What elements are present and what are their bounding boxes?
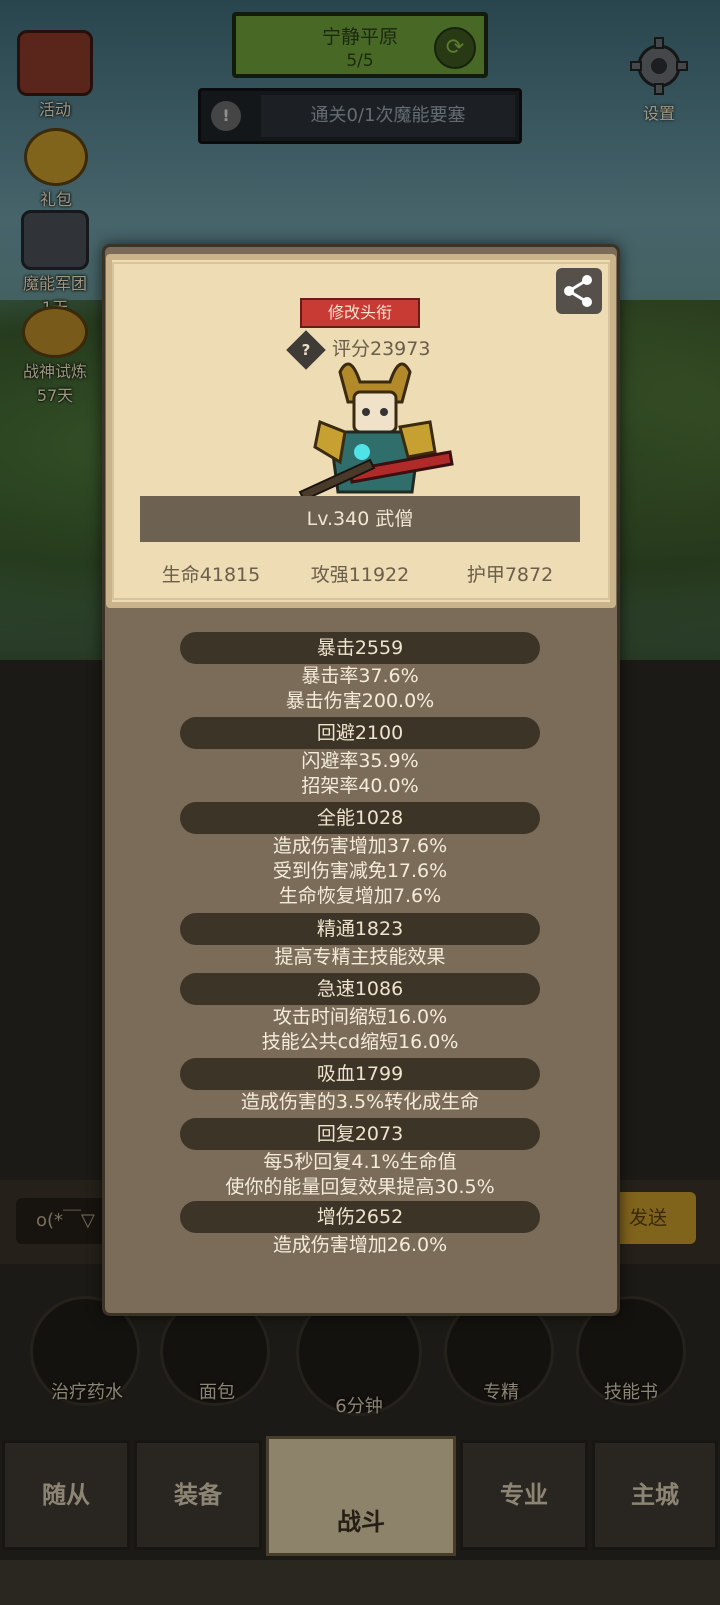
stat-detail: 生命恢复增加7.6% — [278, 885, 442, 907]
stat-detail: 受到伤害减免17.6% — [272, 860, 448, 882]
stat-section-title: 吸血1799 — [180, 1058, 540, 1090]
stat-section-title: 回避2100 — [180, 717, 540, 749]
level-class-banner: Lv.340 武僧 — [140, 496, 580, 542]
edit-title-button[interactable]: 修改头衔 — [300, 298, 420, 328]
share-icon — [564, 275, 592, 307]
stat-armor: 护甲7872 — [466, 564, 554, 586]
stat-section-title: 回复2073 — [180, 1118, 540, 1150]
stat-detail: 使你的能量回复效果提高30.5% — [225, 1176, 495, 1198]
stat-detail: 攻击时间缩短16.0% — [272, 1006, 448, 1028]
character-avatar — [298, 362, 454, 502]
stat-section-title: 急速1086 — [180, 973, 540, 1005]
stat-detail: 闪避率35.9% — [301, 750, 419, 772]
stat-detail: 暴击率37.6% — [301, 665, 419, 687]
stat-section-title: 全能1028 — [180, 802, 540, 834]
stat-section-title: 增伤2652 — [180, 1201, 540, 1233]
stat-section-title: 暴击2559 — [180, 632, 540, 664]
stat-detail: 招架率40.0% — [301, 775, 419, 797]
share-button[interactable] — [556, 268, 602, 314]
stat-detail: 造成伤害增加26.0% — [272, 1234, 448, 1256]
stat-detail: 每5秒回复4.1%生命值 — [263, 1151, 457, 1173]
stat-detail: 造成伤害增加37.6% — [272, 835, 448, 857]
stat-detail: 技能公共cd缩短16.0% — [261, 1031, 459, 1053]
stat-detail: 暴击伤害200.0% — [285, 690, 435, 712]
stat-detail: 造成伤害的3.5%转化成生命 — [240, 1091, 480, 1113]
stat-section-title: 精通1823 — [180, 913, 540, 945]
stat-attack: 攻强11922 — [310, 564, 410, 586]
stat-hp: 生命41815 — [161, 564, 261, 586]
stat-detail: 提高专精主技能效果 — [274, 946, 446, 968]
